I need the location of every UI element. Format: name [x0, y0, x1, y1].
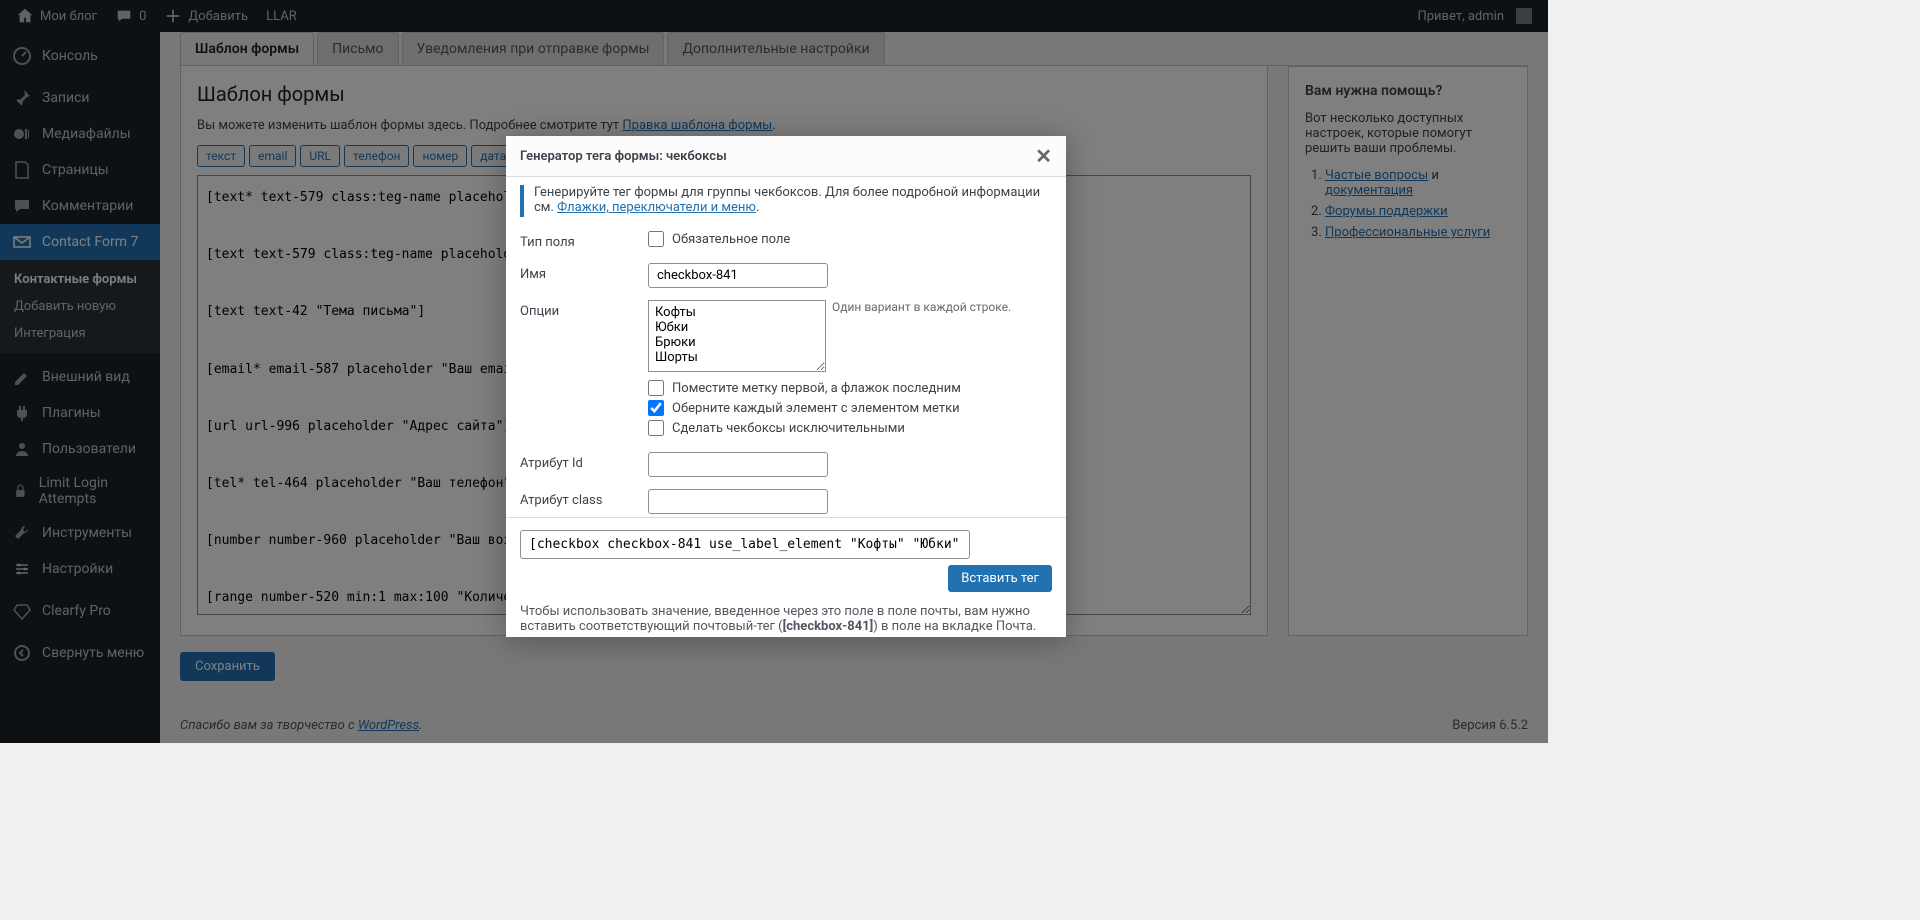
modal-title: Генератор тега формы: чекбоксы: [520, 149, 727, 164]
exclusive-label: Сделать чекбоксы исключительными: [672, 421, 905, 436]
required-label: Обязательное поле: [672, 232, 790, 247]
wrap-label-checkbox[interactable]: [648, 400, 664, 416]
tag-output[interactable]: [520, 530, 970, 559]
insert-tag-button[interactable]: Вставить тег: [948, 565, 1052, 592]
modal-info: Генерируйте тег формы для группы чекбокс…: [520, 185, 1052, 217]
exclusive-checkbox[interactable]: [648, 420, 664, 436]
class-attr-input[interactable]: [648, 489, 828, 514]
tag-generator-modal: Генератор тега формы: чекбоксы ✕ Генерир…: [506, 136, 1066, 637]
label-first-checkbox[interactable]: [648, 380, 664, 396]
id-attr-input[interactable]: [648, 452, 828, 477]
wrap-label-label: Оберните каждый элемент с элементом метк…: [672, 401, 960, 416]
label-first-label: Поместите метку первой, а флажок последн…: [672, 381, 961, 396]
class-attr-label: Атрибут class: [520, 489, 648, 508]
options-label: Опции: [520, 300, 648, 319]
name-label: Имя: [520, 263, 648, 282]
required-checkbox[interactable]: [648, 231, 664, 247]
modal-close-button[interactable]: ✕: [1035, 144, 1052, 168]
field-type-label: Тип поля: [520, 231, 648, 250]
options-textarea[interactable]: [648, 300, 826, 372]
modal-info-link[interactable]: Флажки, переключатели и меню: [557, 200, 756, 215]
name-input[interactable]: [648, 263, 828, 288]
options-hint: Один вариант в каждой строке.: [832, 300, 1011, 314]
id-attr-label: Атрибут Id: [520, 452, 648, 471]
modal-footer-note: Чтобы использовать значение, введенное ч…: [520, 592, 1052, 634]
